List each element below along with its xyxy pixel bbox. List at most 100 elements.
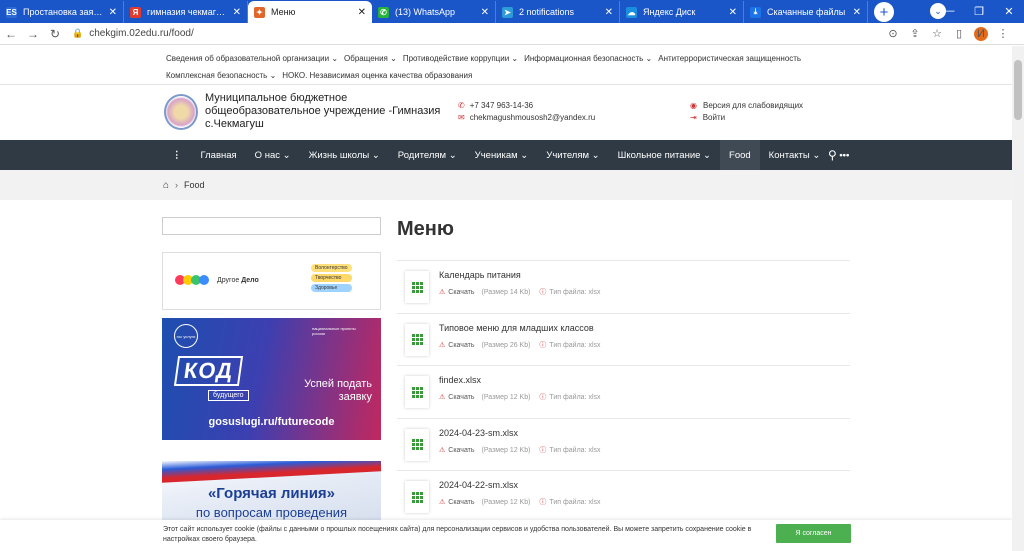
file-name-link[interactable]: Календарь питания (439, 270, 521, 280)
info-icon: ⓘ (539, 446, 547, 454)
file-size: (Размер 12 Kb) (481, 446, 531, 454)
low-vision-link[interactable]: Версия для слабовидящих (703, 101, 803, 110)
nav-item[interactable]: Главная (192, 140, 246, 170)
nav-item[interactable]: О нас ⌄ (246, 140, 300, 170)
page-scrollbar[interactable] (1012, 46, 1024, 551)
download-icon[interactable]: ⚠ (439, 289, 445, 296)
download-icon[interactable]: ⚠ (439, 394, 445, 401)
top-menu-item[interactable]: Противодействие коррупции ⌄ (403, 54, 518, 63)
tab-title: Яндекс Диск (643, 7, 696, 17)
nav-item[interactable]: Food (720, 140, 760, 170)
organization-name[interactable]: Муниципальное бюджетное общеобразователь… (205, 92, 445, 131)
file-name-link[interactable]: findex.xlsx (439, 375, 481, 385)
close-tab-icon[interactable]: ✕ (853, 7, 861, 18)
browser-tab[interactable]: ➤ 2 notifications ✕ (496, 1, 620, 23)
spreadsheet-icon[interactable] (405, 481, 429, 513)
drugoe-delo-banner[interactable]: Другое Дело Волонтерство Творчество Здор… (162, 252, 381, 310)
forward-icon[interactable]: → (22, 27, 44, 41)
divider (0, 84, 1012, 85)
cookie-accept-button[interactable]: Я согласен (776, 524, 851, 543)
side-panel-icon[interactable]: ▯ (948, 27, 970, 40)
share-icon[interactable]: ⇪ (904, 27, 926, 40)
download-icon[interactable]: ⚠ (439, 342, 445, 349)
phone-link[interactable]: +7 347 963-14-36 (470, 101, 533, 110)
nav-item[interactable]: Школьное питание ⌄ (609, 140, 720, 170)
address-bar[interactable]: 🔒 chekgim.02edu.ru/food/ (72, 28, 882, 39)
file-meta: ⚠ Скачать (Размер 14 Kb) ⓘ Тип файла: xlsx (439, 287, 601, 297)
back-icon[interactable]: ← (0, 27, 22, 41)
top-menu-item[interactable]: Сведения об образовательной организации … (166, 54, 338, 63)
maximize-icon[interactable]: ❐ (964, 5, 994, 18)
browser-tab[interactable]: ⤓ Скачанные файлы ✕ (744, 1, 868, 23)
email-link[interactable]: chekmagushmousosh2@yandex.ru (470, 113, 596, 122)
close-window-icon[interactable]: ✕ (994, 5, 1024, 18)
nav-item[interactable]: Жизнь школы ⌄ (300, 140, 389, 170)
login-link[interactable]: Войти (703, 113, 725, 122)
close-tab-icon[interactable]: ✕ (605, 7, 613, 18)
top-menu-item[interactable]: Антитеррористическая защищенность (658, 54, 801, 63)
browser-tab[interactable]: ✦ Меню ✕ (248, 1, 372, 23)
spreadsheet-icon[interactable] (405, 323, 429, 356)
kod-title: КОД (173, 356, 244, 386)
top-menu-item[interactable]: Комплексная безопасность ⌄ (166, 71, 276, 80)
list-item: 2024-04-22-sm.xlsx ⚠ Скачать (Размер 12 K… (397, 470, 850, 523)
file-name-link[interactable]: 2024-04-23-sm.xlsx (439, 428, 518, 438)
file-meta: ⚠ Скачать (Размер 26 Kb) ⓘ Тип файла: xlsx (439, 340, 601, 350)
download-icon[interactable]: ⚠ (439, 447, 445, 454)
close-tab-icon[interactable]: ✕ (358, 7, 366, 18)
top-menu-item[interactable]: Информационная безопасность ⌄ (524, 54, 652, 63)
file-meta: ⚠ Скачать (Размер 12 Kb) ⓘ Тип файла: xlsx (439, 497, 601, 507)
file-type-label: Тип файла: (549, 289, 587, 296)
future-code-banner[interactable]: гос услуги национальные проекты россии К… (162, 318, 381, 440)
spreadsheet-icon[interactable] (405, 376, 429, 408)
tab-title: Скачанные файлы (767, 7, 846, 17)
new-tab-icon[interactable]: + (874, 2, 894, 22)
top-menu-item[interactable]: НОКО. Независимая оценка качества образо… (282, 71, 472, 80)
nav-item[interactable]: Родителям ⌄ (389, 140, 466, 170)
download-link[interactable]: Скачать (448, 499, 474, 506)
profile-avatar[interactable]: И (974, 26, 988, 41)
nav-item[interactable]: Учителям ⌄ (537, 140, 608, 170)
tab-title: Простановка заявок/с (23, 7, 105, 17)
file-meta: ⚠ Скачать (Размер 12 Kb) ⓘ Тип файла: xlsx (439, 445, 601, 455)
nav-menu-icon[interactable]: ⋮ (162, 150, 192, 161)
close-tab-icon[interactable]: ✕ (233, 7, 241, 18)
scrollbar-thumb[interactable] (1014, 60, 1022, 120)
file-name-link[interactable]: Типовое меню для младших классов (439, 323, 594, 333)
bookmark-star-icon[interactable]: ☆ (926, 27, 948, 40)
top-menu-item[interactable]: Обращения ⌄ (344, 54, 397, 63)
file-name-link[interactable]: 2024-04-22-sm.xlsx (439, 480, 518, 490)
minimize-icon[interactable]: — (934, 5, 964, 17)
browser-tab[interactable]: ☁ Яндекс Диск ✕ (620, 1, 744, 23)
spreadsheet-icon[interactable] (405, 428, 429, 461)
tab-favicon-icon: ⤓ (750, 6, 761, 18)
browser-tab[interactable]: ES Простановка заявок/с ✕ (0, 1, 124, 23)
close-tab-icon[interactable]: ✕ (729, 7, 737, 18)
download-link[interactable]: Скачать (448, 447, 474, 454)
file-type-label: Тип файла: (549, 341, 587, 349)
hotline-title: «Горячая линия» (207, 485, 336, 502)
sidebar-search-input[interactable] (162, 217, 381, 235)
spreadsheet-icon[interactable] (405, 271, 429, 303)
phone-icon: ✆ (458, 101, 465, 110)
close-tab-icon[interactable]: ✕ (481, 7, 489, 18)
login-icon: ⇥ (690, 113, 697, 122)
lock-icon[interactable]: 🔒 (72, 28, 83, 39)
google-lens-icon[interactable]: ⊙ (882, 27, 904, 40)
menu-kebab-icon[interactable]: ⋮ (992, 27, 1014, 40)
browser-tab[interactable]: Ягимназия чекмагуш о ✕ (124, 1, 248, 23)
download-link[interactable]: Скачать (448, 289, 474, 296)
nav-item[interactable]: Контакты ⌄ (760, 140, 830, 170)
download-link[interactable]: Скачать (448, 342, 474, 349)
browser-tab[interactable]: ✆ (13) WhatsApp ✕ (372, 1, 496, 23)
close-tab-icon[interactable]: ✕ (109, 7, 117, 18)
home-icon[interactable]: ⌂ (163, 180, 169, 191)
budushchego-label: будущего (208, 390, 249, 401)
top-menu: Сведения об образовательной организации … (166, 50, 806, 84)
search-icon[interactable]: ⚲ (828, 148, 837, 162)
download-icon[interactable]: ⚠ (439, 499, 445, 506)
nav-item[interactable]: Ученикам ⌄ (466, 140, 538, 170)
download-link[interactable]: Скачать (448, 394, 474, 401)
reload-icon[interactable]: ↻ (44, 27, 66, 41)
school-logo[interactable] (164, 94, 198, 130)
